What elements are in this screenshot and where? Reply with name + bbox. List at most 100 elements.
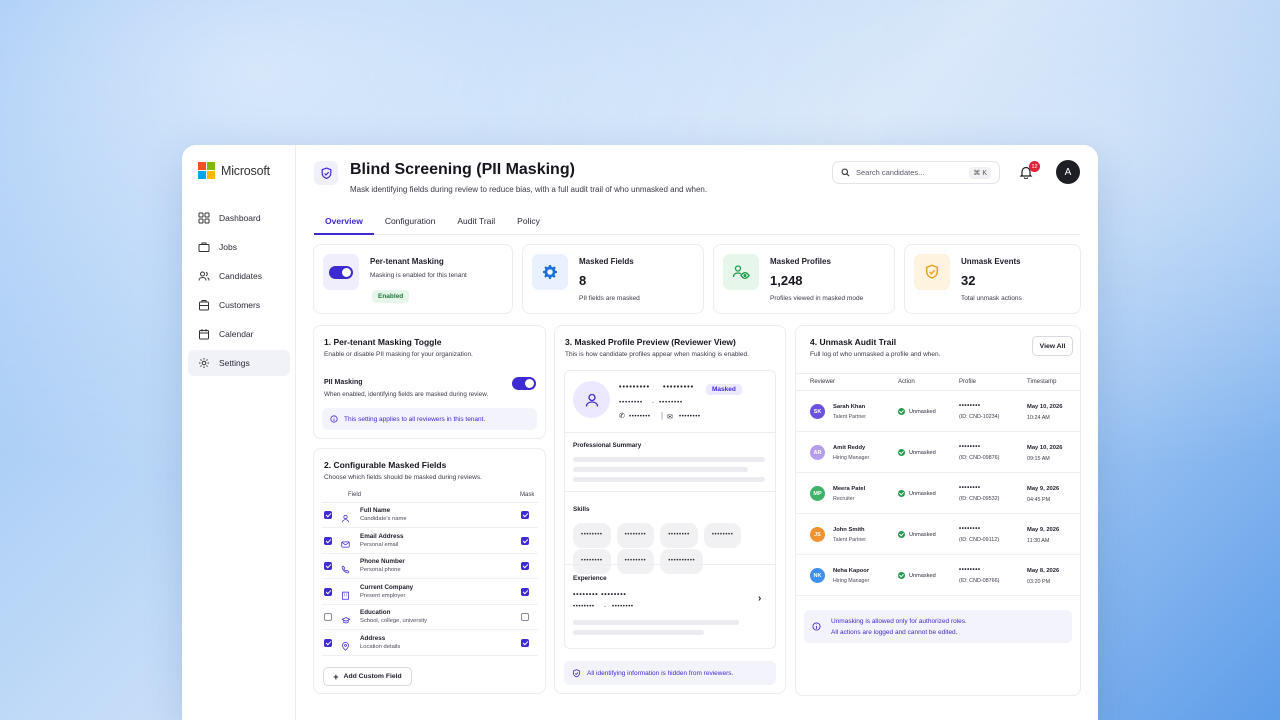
gear-icon [199,358,209,368]
field-name: Phone Number [360,558,405,565]
section-title: 1. Per-tenant Masking Toggle [324,337,442,347]
timestamp-date: May 9, 2026 [1027,486,1060,492]
row-select-checkbox[interactable] [324,511,332,519]
mask-checkbox[interactable] [521,613,529,621]
stat-title: Masked Profiles [770,257,831,266]
action-label: Unmasked [909,531,936,538]
table-row[interactable]: NK Neha Kapoor Hiring Manager Unmasked •••••… [796,555,1080,596]
table-row[interactable]: AR Amit Reddy Hiring Manager Unmasked ••••••… [796,432,1080,473]
masked-profile: ••••••••• ••••••••• Masked •••••••• . ••… [564,370,776,649]
field-row: Current Company Present employer [322,580,538,605]
tab-bar: Overview Configuration Audit Trail Polic… [314,211,1080,235]
sidebar-item-settings[interactable]: Settings [188,350,290,376]
tab-overview[interactable]: Overview [314,211,374,235]
masked-email: •••••••• [679,414,701,420]
sidebar-item-calendar[interactable]: Calendar [188,321,290,347]
table-row[interactable]: MP Meera Patel Recruiter Unmasked •••••••• (I… [796,473,1080,514]
col-header-profile: Profile [959,379,977,385]
pii-masking-toggle[interactable] [512,377,536,390]
row-select-checkbox[interactable] [324,562,332,570]
user-avatar-icon [573,381,610,418]
field-row: Phone Number Personal phone [322,554,538,579]
stat-card-unmask-events: Unmask Events 32 Total unmask actions [904,244,1081,314]
sidebar-item-candidates[interactable]: Candidates [188,263,290,289]
add-custom-field-button[interactable]: + Add Custom Field [323,667,412,686]
reviewer-role: Hiring Manager [833,578,870,584]
profile-id: (ID: CND-09876) [959,455,1000,461]
avatar: MP [810,486,825,501]
timestamp-date: May 8, 2026 [1027,568,1060,574]
field-row: Address Location details [322,631,538,656]
col-header-reviewer: Reviewer [810,379,836,385]
user-icon [341,510,350,528]
action-cell: Unmasked [898,408,936,415]
profile-id: (ID: CND-09532) [959,496,1000,502]
section-subtitle: This is how candidate profiles appear wh… [565,351,749,358]
table-row[interactable]: JS John Smith Talent Partner Unmasked ••••••… [796,514,1080,555]
mask-checkbox[interactable] [521,638,529,647]
tab-configuration[interactable]: Configuration [374,211,447,235]
masked-line-2: •••••••• [659,399,684,406]
timestamp-time: 04:45 PM [1027,497,1051,503]
timestamp-time: 09:15 AM [1027,456,1050,462]
building-icon [341,587,350,605]
stat-card-masked-profiles: Masked Profiles 1,248 Profiles viewed in… [713,244,895,314]
pii-masking-label: PII Masking [324,379,363,386]
search-input[interactable]: Search candidates... ⌘ K [832,161,1000,184]
col-header-mask: Mask [520,492,535,498]
reviewer-role: Recruiter [833,496,855,502]
status-badge: Enabled [372,290,410,303]
grid-icon [198,212,210,224]
row-select-checkbox[interactable] [324,587,332,596]
masked-experience-1: •••••••• •••••••• [573,591,627,598]
masked-experience-3: •••••••• [612,604,634,610]
sidebar-item-dashboard[interactable]: Dashboard [188,205,290,231]
row-select-checkbox[interactable] [324,536,332,545]
check-circle-icon [898,531,905,538]
placeholder-bar [573,467,748,472]
view-all-button[interactable]: View All [1032,336,1073,356]
tab-audit-trail[interactable]: Audit Trail [446,211,506,235]
row-select-checkbox[interactable] [324,613,332,621]
field-name: Address [360,634,386,642]
shield-icon [314,161,338,185]
calendar-icon [199,329,209,340]
chevron-right-icon[interactable]: › [758,593,761,604]
users-eye-icon [723,254,759,290]
mask-checkbox[interactable] [521,562,529,570]
notification-badge: 12 [1029,161,1040,172]
skills-label: Skills [573,506,590,513]
field-row: Email Address Personal email [322,529,538,554]
avatar: JS [810,527,825,542]
section-subtitle: Enable or disable PII masking for your o… [324,351,473,358]
sidebar-item-jobs[interactable]: Jobs [188,234,290,260]
reviewer-role: Hiring Manager [833,455,870,461]
shield-check-icon [914,254,950,290]
mask-checkbox[interactable] [521,587,529,596]
field-name: Full Name [360,507,391,514]
mask-checkbox[interactable] [521,536,529,545]
mail-icon [341,536,350,554]
search-shortcut: ⌘ K [969,166,991,179]
col-header-action: Action [898,379,915,385]
field-description: Personal email [360,541,399,548]
mask-checkbox[interactable] [521,511,529,519]
profile-id: (ID: CND-08766) [959,578,1000,584]
action-label: Unmasked [909,408,936,415]
placeholder-bar [573,620,739,625]
info-note: This setting applies to all reviewers in… [322,408,537,430]
stat-card-tenant: Per-tenant Masking Masking is enabled fo… [313,244,513,314]
sidebar-item-customers[interactable]: Customers [188,292,290,318]
tab-policy[interactable]: Policy [506,211,551,235]
row-select-checkbox[interactable] [324,638,332,647]
avatar[interactable]: A [1056,160,1080,184]
main-content: Blind Screening (PII Masking) Mask ident… [296,145,1098,720]
skill-pill: •••••••• [573,523,611,548]
timestamp-date: May 10, 2026 [1027,445,1063,451]
field-description: Location details [360,643,401,650]
section-subtitle: Full log of who unmasked a profile and w… [810,351,941,358]
skills-pills: •••••••• •••••••• •••••••• •••••••• ••••••••… [573,522,773,574]
info-icon [812,622,821,631]
table-row[interactable]: SK Sarah Khan Talent Partner Unmasked ••••••… [796,391,1080,432]
profile-mask: •••••••• [959,403,981,409]
